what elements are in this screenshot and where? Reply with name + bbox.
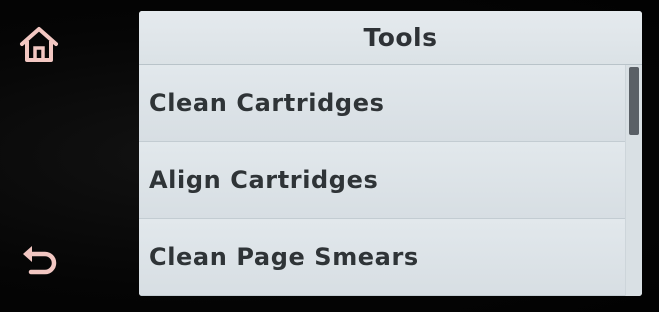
home-icon: [20, 27, 58, 62]
printer-control-panel: Tools Clean Cartridges Align Cartridges …: [0, 0, 659, 312]
scrollbar[interactable]: [625, 65, 642, 296]
menu-item-label: Align Cartridges: [149, 166, 379, 194]
home-button[interactable]: [14, 20, 64, 70]
menu-item-label: Clean Page Smears: [149, 243, 419, 271]
screen-header: Tools: [139, 11, 642, 65]
page-title: Tools: [363, 23, 438, 52]
lcd-screen: Tools Clean Cartridges Align Cartridges …: [139, 11, 642, 296]
menu-item-align-cartridges[interactable]: Align Cartridges: [139, 142, 626, 219]
menu-item-label: Clean Cartridges: [149, 89, 385, 117]
tools-menu: Clean Cartridges Align Cartridges Clean …: [139, 65, 642, 296]
menu-item-clean-cartridges[interactable]: Clean Cartridges: [139, 65, 626, 142]
menu-item-clean-page-smears[interactable]: Clean Page Smears: [139, 219, 626, 296]
back-arrow-icon: [23, 246, 57, 275]
scrollbar-thumb[interactable]: [629, 67, 639, 135]
back-button[interactable]: [14, 236, 64, 286]
